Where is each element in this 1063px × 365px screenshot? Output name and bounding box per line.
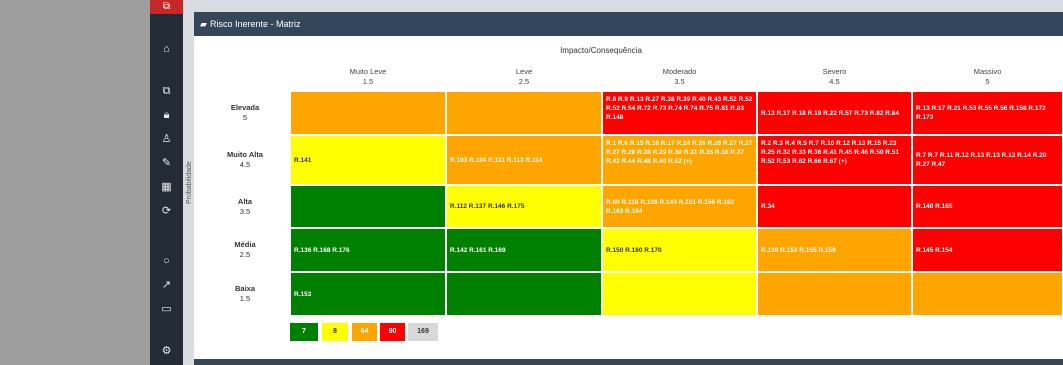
- probability-row-value: 2.5: [239, 250, 251, 259]
- matrix-cell[interactable]: R.1 R.6 R.15 R.16 R.17 R.24 R.26 R.26 R.…: [602, 135, 757, 185]
- probability-row-value: 4.5: [239, 160, 251, 169]
- impact-column-header: Moderado 3.5: [602, 67, 757, 87]
- probability-row-name: Média: [234, 240, 256, 249]
- impact-column-name: Severo: [822, 67, 847, 76]
- user-lock-icon[interactable]: ♙: [150, 130, 183, 148]
- probability-row-header: Média 2.5: [222, 240, 268, 260]
- matrix-cell[interactable]: R.112 R.137 R.146 R.175: [446, 185, 602, 228]
- probability-row-header: Alta 3.5: [222, 197, 268, 217]
- impact-column-header: Massivo 5: [912, 67, 1063, 87]
- matrix-cell[interactable]: [290, 185, 446, 228]
- matrix-cell[interactable]: R.103 R.104 R.111 R.113 R.114: [446, 135, 602, 185]
- legend-count-badge: 169: [408, 323, 438, 341]
- home-icon[interactable]: ⌂: [150, 40, 183, 58]
- probability-row-name: Elevada: [230, 103, 260, 112]
- legend-count-badge: 7: [290, 323, 318, 341]
- matrix-cell[interactable]: R.13 R.17 R.18 R.19 R.22 R.57 R.73 R.82 …: [757, 91, 912, 135]
- matrix-cell[interactable]: [446, 272, 602, 316]
- matrix-cell[interactable]: R.145 R.154: [912, 228, 1063, 272]
- impact-column-name: Moderado: [662, 67, 697, 76]
- probability-row-name: Baixa: [234, 284, 255, 293]
- matrix-cell[interactable]: [602, 272, 757, 316]
- matrix-cell[interactable]: R.2 R.3 R.4 R.5 R.7 R.10 R.12 R.13 R.15 …: [757, 135, 912, 185]
- legend-count-badge: 8: [322, 323, 348, 341]
- impact-column-header: Severo 4.5: [757, 67, 912, 87]
- matrix-cell[interactable]: R.136 R.168 R.176: [290, 228, 446, 272]
- sidebar: ⧉ ⌂ ⧉ 🔒︎ ♙ ✎ ▦ ⟳ ○ ↗ ▭ ⚙: [150, 0, 189, 365]
- probability-row-value: 5: [242, 113, 248, 122]
- panel-header: ▰ Risco Inerente - Matriz: [194, 12, 1063, 36]
- matrix-cell[interactable]: R.139 R.153 R.155 R.159: [757, 228, 912, 272]
- matrix-cell[interactable]: [290, 91, 446, 135]
- grid-icon[interactable]: ▦: [150, 178, 183, 196]
- impact-column-header: Leve 2.5: [446, 67, 602, 87]
- matrix-cell[interactable]: R.153: [290, 272, 446, 316]
- matrix-cell[interactable]: R.141: [290, 135, 446, 185]
- probability-row-value: 1.5: [239, 294, 251, 303]
- impact-column-value: 1.5: [362, 77, 374, 86]
- edit-icon[interactable]: ✎: [150, 154, 183, 172]
- matrix-cell[interactable]: R.150 R.160 R.170: [602, 228, 757, 272]
- probability-row-header: Baixa 1.5: [222, 284, 268, 304]
- folder-icon[interactable]: ▭: [150, 300, 183, 318]
- impact-column-value: 2.5: [518, 77, 530, 86]
- impact-column-header: Muito Leve 1.5: [290, 67, 446, 87]
- impact-column-value: 5: [985, 77, 990, 86]
- matrix-cell[interactable]: R.60 R.118 R.128 R.143 R.151 R.156 R.162…: [602, 185, 757, 228]
- impact-column-value: 3.5: [674, 77, 685, 86]
- background-left: [0, 0, 150, 365]
- matrix-cell[interactable]: R.142 R.161 R.169: [446, 228, 602, 272]
- impact-column-name: Leve: [515, 67, 533, 76]
- matrix-cell[interactable]: R.7 R.7 R.11 R.12 R.13 R.13 R.13 R.14 R.…: [912, 135, 1063, 185]
- probability-row-name: Muito Alta: [227, 150, 263, 159]
- refresh-icon[interactable]: ⟳: [150, 202, 183, 220]
- probability-row-header: Muito Alta 4.5: [222, 150, 268, 170]
- impact-column-name: Massivo: [973, 67, 1002, 76]
- matrix-cell[interactable]: [757, 272, 912, 316]
- impact-axis-title: Impacto/Consequência: [560, 46, 642, 55]
- settings-icon[interactable]: ⚙: [150, 342, 183, 360]
- matrix-cell[interactable]: R.34: [757, 185, 912, 228]
- panel-title: Risco Inerente - Matriz: [210, 19, 301, 29]
- matrix-cell[interactable]: [446, 91, 602, 135]
- probability-axis-title: Probabilidade: [186, 161, 193, 204]
- matrix-cell[interactable]: R.13 R.17 R.21 R.53 R.55 R.56 R.158 R.17…: [912, 91, 1063, 135]
- legend-count-badge: 90: [380, 323, 405, 341]
- impact-column-value: 4.5: [829, 77, 840, 86]
- probability-row-value: 3.5: [239, 206, 251, 216]
- probability-row-name: Alta: [237, 196, 253, 206]
- panel-icon: ▰: [200, 19, 207, 29]
- clipboard-icon[interactable]: ⧉: [150, 0, 189, 14]
- matrix-cell[interactable]: [912, 272, 1063, 316]
- next-panel-header: [194, 359, 1063, 365]
- hierarchy-icon[interactable]: ⧉: [150, 82, 183, 100]
- lock-icon[interactable]: 🔒︎: [150, 106, 183, 124]
- probability-row-header: Elevada 5: [222, 103, 268, 123]
- impact-column-name: Muito Leve: [349, 67, 387, 76]
- legend-count-badge: 64: [352, 323, 377, 341]
- chart-icon[interactable]: ↗: [150, 276, 183, 294]
- matrix-cell[interactable]: R.140 R.165: [912, 185, 1063, 228]
- lightbulb-icon[interactable]: ○: [150, 252, 183, 270]
- matrix-cell[interactable]: R.8 R.9 R.13 R.27 R.38 R.39 R.40 R.43 R.…: [602, 91, 757, 135]
